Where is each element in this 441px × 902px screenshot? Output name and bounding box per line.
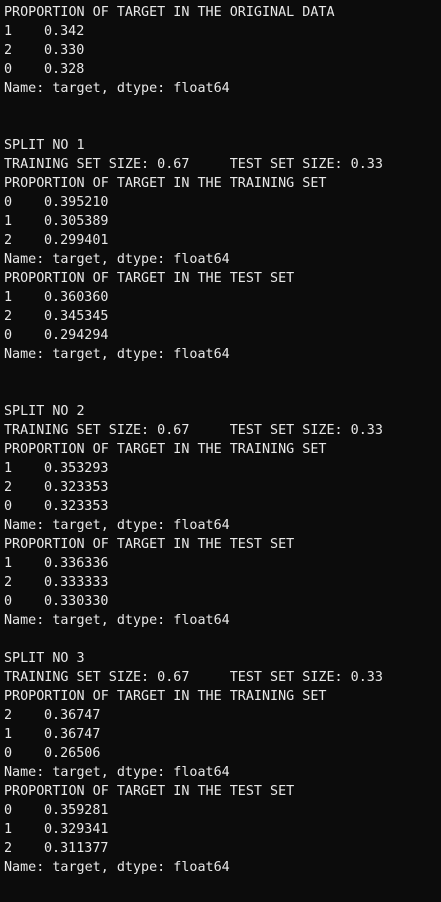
- train-footer: Name: target, dtype: float64: [4, 765, 230, 780]
- row-value: 0.26506: [44, 746, 101, 761]
- row-value: 0.36747: [44, 708, 101, 723]
- train-footer: Name: target, dtype: float64: [4, 252, 230, 267]
- train-footer: Name: target, dtype: float64: [4, 518, 230, 533]
- train-row: 2 0.36747: [4, 706, 438, 725]
- row-value: 0.299401: [44, 233, 109, 248]
- row-value: 0.336336: [44, 556, 109, 571]
- train-row: 0 0.26506: [4, 744, 438, 763]
- row-value: 0.323353: [44, 499, 109, 514]
- test-row: 2 0.333333: [4, 573, 438, 592]
- row-value: 0.345345: [44, 309, 109, 324]
- row-value: 0.328: [44, 62, 85, 77]
- train-row: 1 0.36747: [4, 725, 438, 744]
- row-label: 1: [4, 24, 13, 39]
- test-header: PROPORTION OF TARGET IN THE TEST SET: [4, 784, 295, 799]
- row-label: 2: [4, 480, 13, 495]
- test-row: 0 0.359281: [4, 801, 438, 820]
- row-label: 0: [4, 499, 13, 514]
- split-sizes: TRAINING SET SIZE: 0.67 TEST SET SIZE: 0…: [4, 423, 383, 438]
- train-header: PROPORTION OF TARGET IN THE TRAINING SET: [4, 689, 327, 704]
- row-label: 1: [4, 556, 13, 571]
- row-label: 0: [4, 195, 13, 210]
- row-value: 0.36747: [44, 727, 101, 742]
- row-value: 0.330: [44, 43, 85, 58]
- split-block-3: SPLIT NO 3 TRAINING SET SIZE: 0.67 TEST …: [4, 649, 438, 877]
- row-value: 0.360360: [44, 290, 109, 305]
- test-row: 0 0.330330: [4, 592, 438, 611]
- row-label: 1: [4, 822, 13, 837]
- row-label: 2: [4, 43, 13, 58]
- test-footer: Name: target, dtype: float64: [4, 613, 230, 628]
- test-row: 1 0.336336: [4, 554, 438, 573]
- row-value: 0.333333: [44, 575, 109, 590]
- split-sizes: TRAINING SET SIZE: 0.67 TEST SET SIZE: 0…: [4, 157, 383, 172]
- row-value: 0.311377: [44, 841, 109, 856]
- train-header: PROPORTION OF TARGET IN THE TRAINING SET: [4, 176, 327, 191]
- row-label: 2: [4, 575, 13, 590]
- row-value: 0.359281: [44, 803, 109, 818]
- split-title: SPLIT NO 3: [4, 651, 85, 666]
- train-row: 2 0.323353: [4, 478, 438, 497]
- test-row: 0 0.294294: [4, 326, 438, 345]
- row-value: 0.395210: [44, 195, 109, 210]
- test-row: 2 0.311377: [4, 839, 438, 858]
- train-row: 0 0.395210: [4, 193, 438, 212]
- train-row: 1 0.305389: [4, 212, 438, 231]
- row-value: 0.342: [44, 24, 85, 39]
- train-row: 0 0.323353: [4, 497, 438, 516]
- original-row: 2 0.330: [4, 41, 438, 60]
- split-block-2: SPLIT NO 2 TRAINING SET SIZE: 0.67 TEST …: [4, 402, 438, 630]
- row-label: 1: [4, 290, 13, 305]
- test-row: 1 0.360360: [4, 288, 438, 307]
- original-header: PROPORTION OF TARGET IN THE ORIGINAL DAT…: [4, 5, 335, 20]
- split-title: SPLIT NO 1: [4, 138, 85, 153]
- row-label: 0: [4, 594, 13, 609]
- row-value: 0.330330: [44, 594, 109, 609]
- row-label: 1: [4, 461, 13, 476]
- row-label: 0: [4, 62, 13, 77]
- row-label: 1: [4, 727, 13, 742]
- original-footer: Name: target, dtype: float64: [4, 81, 230, 96]
- test-footer: Name: target, dtype: float64: [4, 347, 230, 362]
- test-header: PROPORTION OF TARGET IN THE TEST SET: [4, 271, 295, 286]
- split-block-1: SPLIT NO 1 TRAINING SET SIZE: 0.67 TEST …: [4, 136, 438, 364]
- original-row: 0 0.328: [4, 60, 438, 79]
- row-label: 2: [4, 708, 13, 723]
- test-row: 2 0.345345: [4, 307, 438, 326]
- row-value: 0.305389: [44, 214, 109, 229]
- train-row: 2 0.299401: [4, 231, 438, 250]
- train-header: PROPORTION OF TARGET IN THE TRAINING SET: [4, 442, 327, 457]
- console-output: PROPORTION OF TARGET IN THE ORIGINAL DAT…: [4, 3, 438, 877]
- train-row: 1 0.353293: [4, 459, 438, 478]
- split-title: SPLIT NO 2: [4, 404, 85, 419]
- row-label: 1: [4, 214, 13, 229]
- row-value: 0.323353: [44, 480, 109, 495]
- row-label: 0: [4, 746, 13, 761]
- split-sizes: TRAINING SET SIZE: 0.67 TEST SET SIZE: 0…: [4, 670, 383, 685]
- test-row: 1 0.329341: [4, 820, 438, 839]
- original-block: PROPORTION OF TARGET IN THE ORIGINAL DAT…: [4, 3, 438, 98]
- test-header: PROPORTION OF TARGET IN THE TEST SET: [4, 537, 295, 552]
- test-footer: Name: target, dtype: float64: [4, 860, 230, 875]
- row-label: 2: [4, 233, 13, 248]
- row-label: 0: [4, 803, 13, 818]
- row-value: 0.294294: [44, 328, 109, 343]
- row-value: 0.353293: [44, 461, 109, 476]
- row-value: 0.329341: [44, 822, 109, 837]
- row-label: 2: [4, 309, 13, 324]
- row-label: 2: [4, 841, 13, 856]
- original-row: 1 0.342: [4, 22, 438, 41]
- row-label: 0: [4, 328, 13, 343]
